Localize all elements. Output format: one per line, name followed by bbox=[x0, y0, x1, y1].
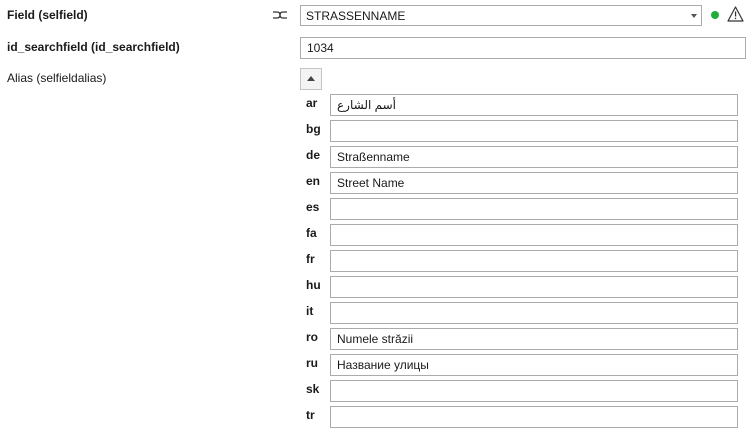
lang-code-hu: hu bbox=[306, 278, 321, 292]
alias-input-it[interactable] bbox=[330, 302, 738, 324]
field-label: Field (selfield) bbox=[7, 8, 88, 22]
lang-code-ro: ro bbox=[306, 330, 318, 344]
alias-input-bg[interactable] bbox=[330, 120, 738, 142]
chevron-down-icon[interactable] bbox=[691, 14, 697, 18]
alias-input-ro[interactable]: Numele străzii bbox=[330, 328, 738, 350]
lang-code-ar: ar bbox=[306, 96, 318, 110]
alias-input-hu[interactable] bbox=[330, 276, 738, 298]
lang-code-tr: tr bbox=[306, 408, 315, 422]
searchfield-label: id_searchfield (id_searchfield) bbox=[7, 40, 180, 54]
field-select-value: STRASSENNAME bbox=[306, 9, 406, 23]
alias-input-sk[interactable] bbox=[330, 380, 738, 402]
status-dot-icon bbox=[711, 11, 719, 19]
collapse-button[interactable] bbox=[300, 68, 322, 90]
searchfield-input[interactable]: 1034 bbox=[300, 37, 746, 59]
alias-input-ar[interactable]: أسم الشارع bbox=[330, 94, 738, 116]
lang-code-sk: sk bbox=[306, 382, 320, 396]
link-icon[interactable] bbox=[272, 9, 288, 21]
lang-code-bg: bg bbox=[306, 122, 321, 136]
alias-input-fr[interactable] bbox=[330, 250, 738, 272]
lang-code-en: en bbox=[306, 174, 321, 188]
alias-input-tr[interactable] bbox=[330, 406, 738, 428]
lang-code-es: es bbox=[306, 200, 320, 214]
alias-input-fa[interactable] bbox=[330, 224, 738, 246]
lang-code-ru: ru bbox=[306, 356, 318, 370]
alias-label: Alias (selfieldalias) bbox=[7, 71, 107, 85]
field-select[interactable]: STRASSENNAME bbox=[300, 5, 702, 26]
alias-input-es[interactable] bbox=[330, 198, 738, 220]
warning-icon[interactable] bbox=[727, 6, 744, 22]
alias-input-ru[interactable]: Название улицы bbox=[330, 354, 738, 376]
lang-code-fa: fa bbox=[306, 226, 317, 240]
collapse-up-icon bbox=[307, 76, 315, 81]
lang-code-de: de bbox=[306, 148, 321, 162]
alias-input-en[interactable]: Street Name bbox=[330, 172, 738, 194]
lang-code-fr: fr bbox=[306, 252, 315, 266]
alias-input-de[interactable]: Straßenname bbox=[330, 146, 738, 168]
lang-code-it: it bbox=[306, 304, 314, 318]
